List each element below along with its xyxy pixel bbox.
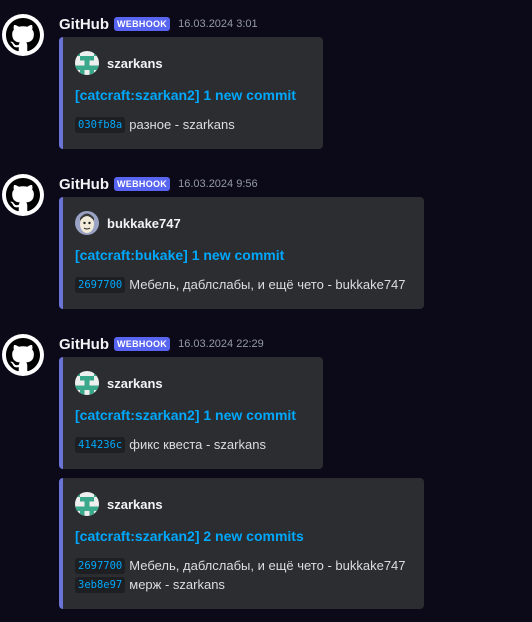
commit-message: мерж - szarkans bbox=[129, 577, 225, 592]
timestamp: 16.03.2024 22:29 bbox=[178, 338, 264, 350]
commit-embed: bukkake747 [catcraft:bukake] 1 new commi… bbox=[59, 197, 424, 309]
commit-embed: szarkans [catcraft:szarkan2] 1 new commi… bbox=[59, 357, 323, 469]
github-avatar[interactable] bbox=[2, 174, 44, 216]
embed-author-name[interactable]: szarkans bbox=[107, 376, 163, 391]
commit-list: 414236c фикс квеста - szarkans bbox=[75, 435, 266, 454]
embed-author: bukkake747 bbox=[75, 211, 181, 235]
commit-list: 2697700 Мебель, даблслабы, и ещё чето - … bbox=[75, 556, 406, 594]
commit-embed: szarkans [catcraft:szarkan2] 1 new commi… bbox=[59, 37, 323, 149]
embed-author: szarkans bbox=[75, 492, 163, 516]
commit-hash-link[interactable]: 2697700 bbox=[75, 557, 126, 574]
commit-hash-link[interactable]: 414236c bbox=[75, 436, 126, 453]
author-name[interactable]: GitHub bbox=[59, 176, 109, 193]
commit-title-link[interactable]: [catcraft:szarkan2] 2 new commits bbox=[75, 528, 304, 544]
commit-list: 030fb8a разное - szarkans bbox=[75, 115, 235, 134]
szarkans-avatar-icon bbox=[75, 371, 99, 395]
message-header: GitHub WEBHOOK 16.03.2024 3:01 bbox=[59, 14, 258, 34]
commit-title-link[interactable]: [catcraft:szarkan2] 1 new commit bbox=[75, 87, 296, 103]
webhook-badge: WEBHOOK bbox=[114, 17, 171, 31]
commit-message: Мебель, даблслабы, и ещё чето - bukkake7… bbox=[129, 558, 406, 573]
github-avatar[interactable] bbox=[2, 334, 44, 376]
author-name[interactable]: GitHub bbox=[59, 16, 109, 33]
timestamp: 16.03.2024 3:01 bbox=[178, 18, 258, 30]
szarkans-avatar-icon bbox=[75, 492, 99, 516]
author-name[interactable]: GitHub bbox=[59, 336, 109, 353]
embed-author-name[interactable]: bukkake747 bbox=[107, 216, 181, 231]
bukkake747-avatar-icon bbox=[75, 211, 99, 235]
embed-author-name[interactable]: szarkans bbox=[107, 56, 163, 71]
commit-line: 2697700 Мебель, даблслабы, и ещё чето - … bbox=[75, 556, 406, 575]
message-header: GitHub WEBHOOK 16.03.2024 9:56 bbox=[59, 174, 258, 194]
commit-line: 3eb8e97 мерж - szarkans bbox=[75, 575, 406, 594]
webhook-badge: WEBHOOK bbox=[114, 337, 171, 351]
message-header: GitHub WEBHOOK 16.03.2024 22:29 bbox=[59, 334, 264, 354]
github-logo-icon bbox=[6, 338, 40, 372]
embed-author: szarkans bbox=[75, 51, 163, 75]
commit-hash-link[interactable]: 3eb8e97 bbox=[75, 576, 126, 593]
commit-list: 2697700 Мебель, даблслабы, и ещё чето - … bbox=[75, 275, 406, 294]
github-logo-icon bbox=[6, 178, 40, 212]
commit-message: фикс квеста - szarkans bbox=[129, 437, 266, 452]
timestamp: 16.03.2024 9:56 bbox=[178, 178, 258, 190]
github-logo-icon bbox=[6, 18, 40, 52]
commit-line: 414236c фикс квеста - szarkans bbox=[75, 435, 266, 454]
embed-author-name[interactable]: szarkans bbox=[107, 497, 163, 512]
webhook-badge: WEBHOOK bbox=[114, 177, 171, 191]
commit-title-link[interactable]: [catcraft:szarkan2] 1 new commit bbox=[75, 407, 296, 423]
commit-message: Мебель, даблслабы, и ещё чето - bukkake7… bbox=[129, 277, 406, 292]
commit-line: 030fb8a разное - szarkans bbox=[75, 115, 235, 134]
commit-message: разное - szarkans bbox=[129, 117, 235, 132]
commit-hash-link[interactable]: 030fb8a bbox=[75, 116, 126, 133]
embed-author: szarkans bbox=[75, 371, 163, 395]
szarkans-avatar-icon bbox=[75, 51, 99, 75]
commit-embed: szarkans [catcraft:szarkan2] 2 new commi… bbox=[59, 478, 424, 609]
commit-line: 2697700 Мебель, даблслабы, и ещё чето - … bbox=[75, 275, 406, 294]
commit-hash-link[interactable]: 2697700 bbox=[75, 276, 126, 293]
github-avatar[interactable] bbox=[2, 14, 44, 56]
commit-title-link[interactable]: [catcraft:bukake] 1 new commit bbox=[75, 247, 284, 263]
